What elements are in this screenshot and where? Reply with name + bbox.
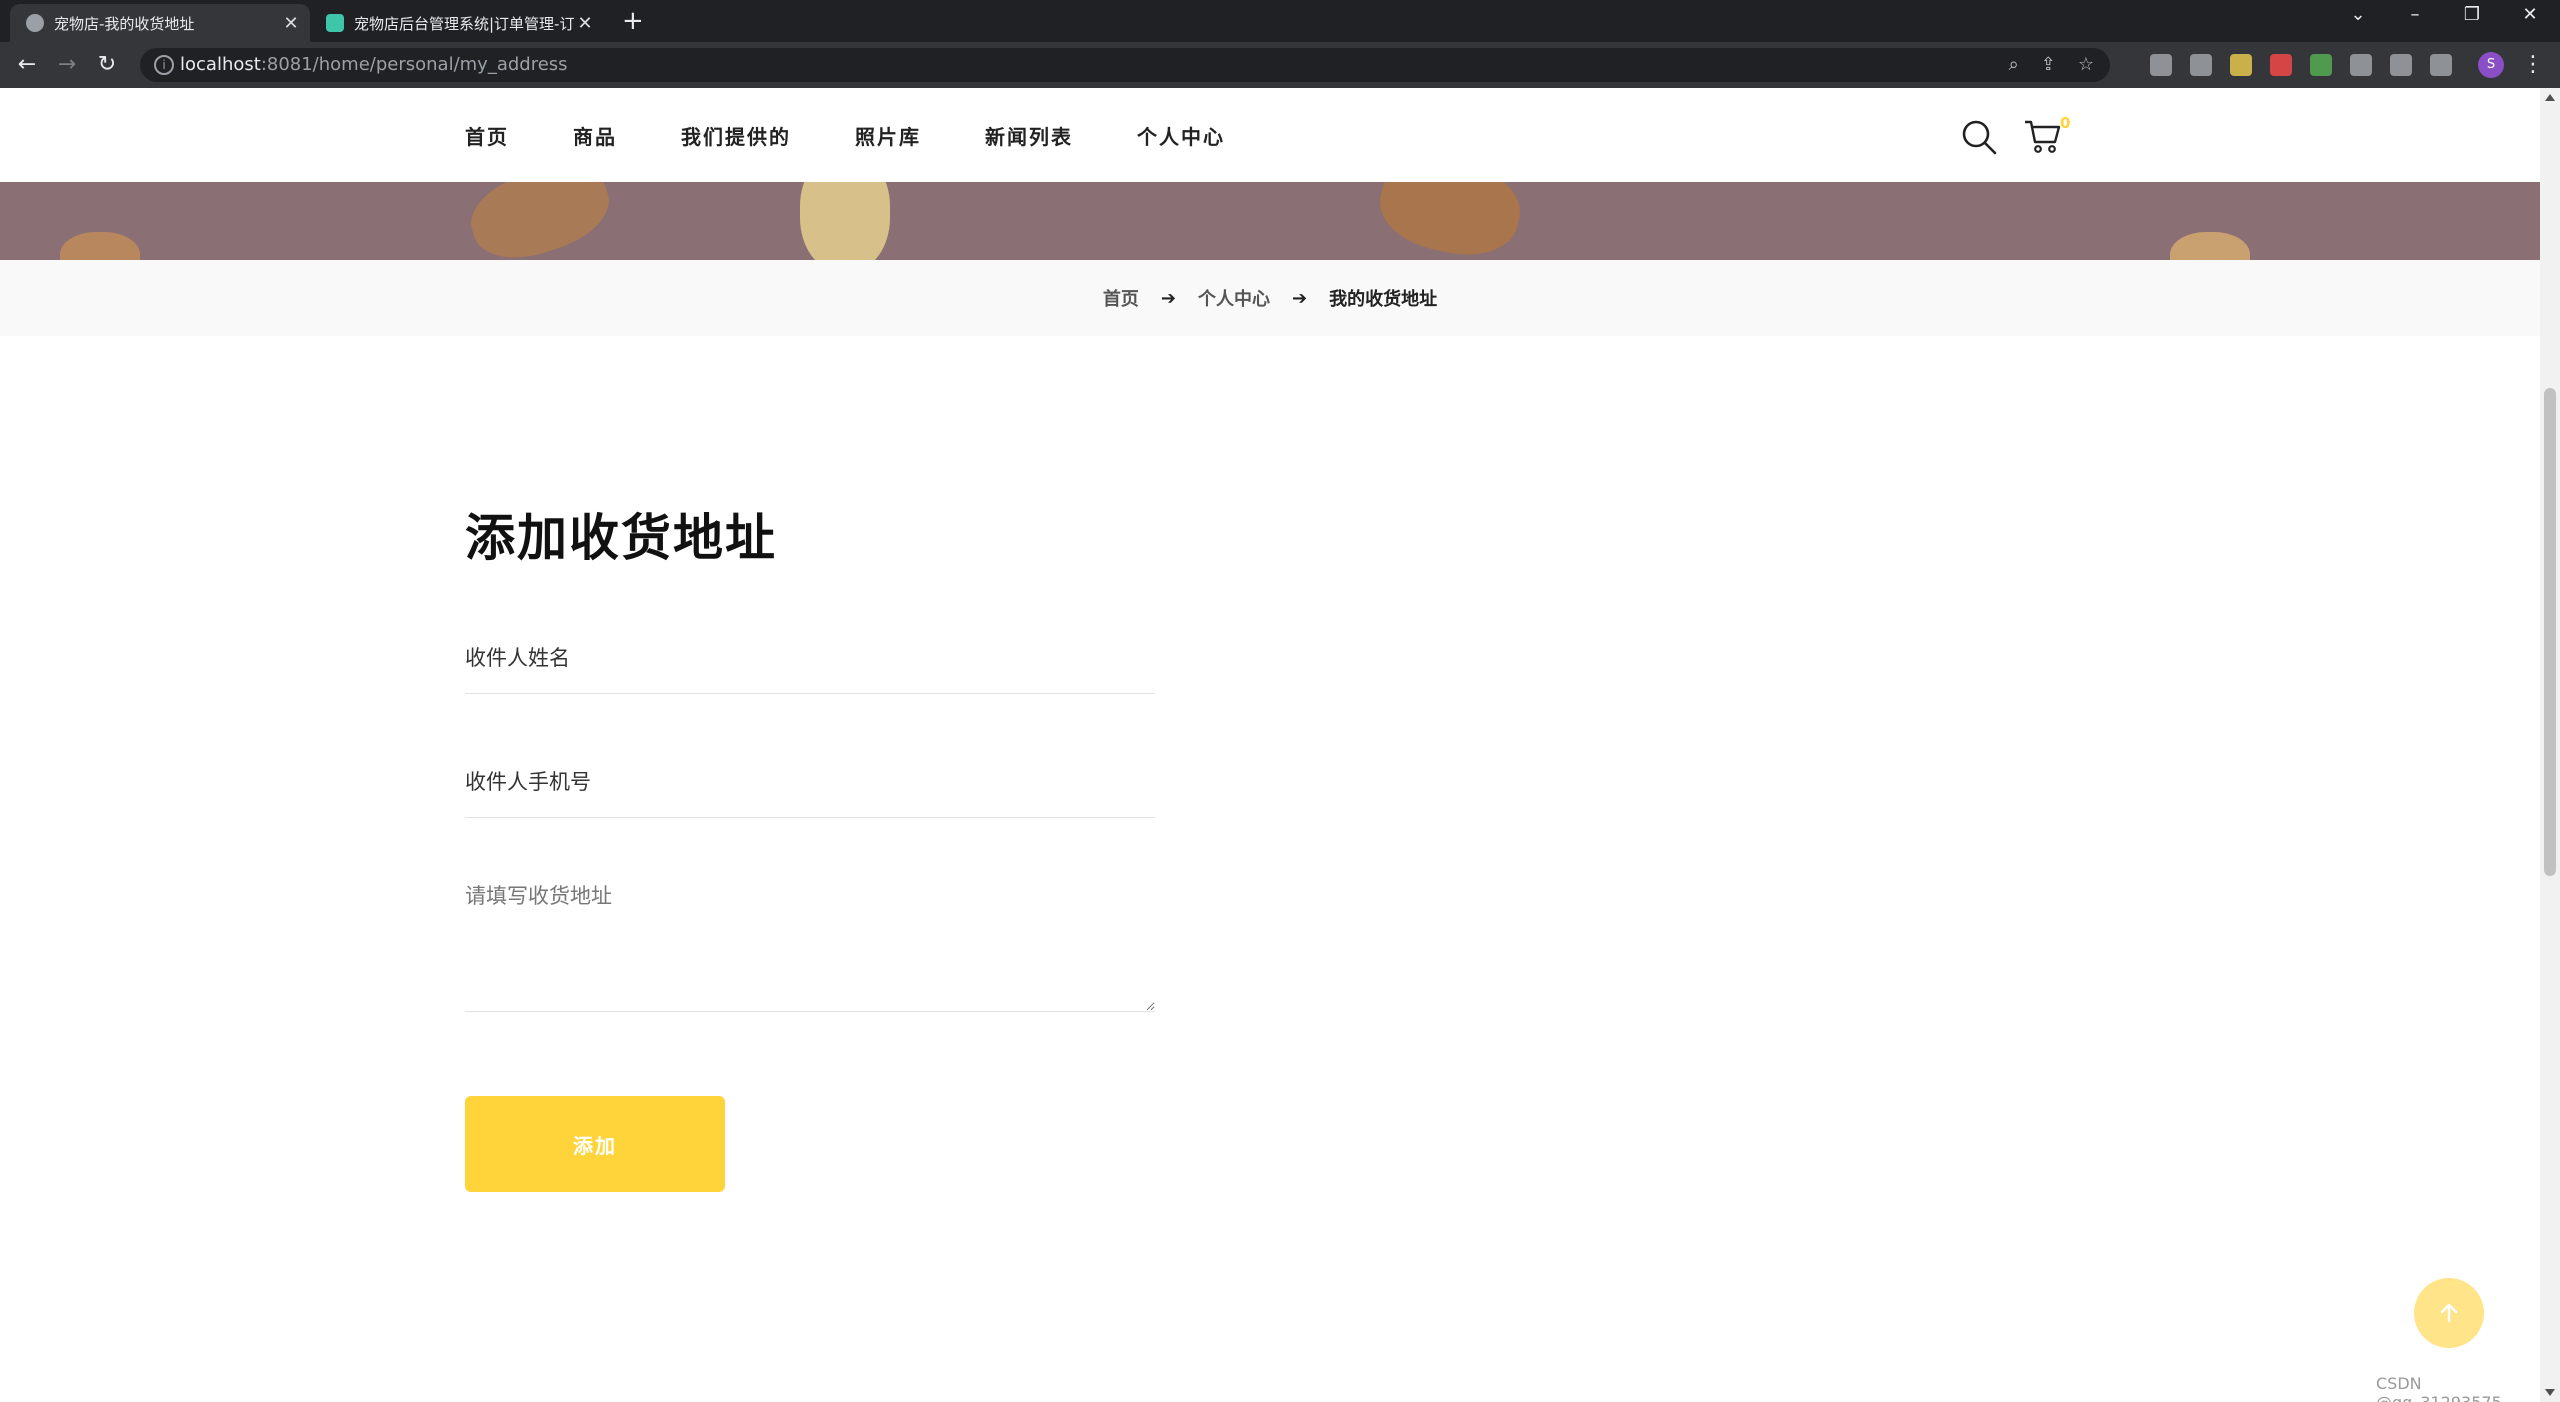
browser-toolbar: ← → ↻ i localhost:8081/home/personal/my_… xyxy=(0,42,2560,88)
restore-icon[interactable]: ❐ xyxy=(2452,4,2492,25)
add-button[interactable]: 添加 xyxy=(465,1096,725,1192)
leaf-extension-icon[interactable] xyxy=(2310,54,2332,76)
breadcrumb-current: 我的收货地址 xyxy=(1329,289,1438,310)
nav-products[interactable]: 商品 xyxy=(573,121,617,150)
info-icon[interactable]: i xyxy=(154,55,174,75)
close-icon[interactable]: ✕ xyxy=(574,13,596,34)
watermark: CSDN @qq_31293575 xyxy=(2376,1374,2502,1402)
image-extension-icon[interactable] xyxy=(2230,54,2252,76)
extension-icon[interactable] xyxy=(2150,54,2172,76)
recipient-name-input[interactable] xyxy=(465,622,1155,694)
breadcrumb: 首页 ➔ 个人中心 ➔ 我的收货地址 xyxy=(0,260,2540,336)
recipient-phone-input[interactable] xyxy=(465,746,1155,818)
tab-search-icon[interactable]: ⌄ xyxy=(2338,4,2378,25)
minimize-icon[interactable]: – xyxy=(2395,4,2435,25)
cart-icon[interactable] xyxy=(2022,116,2062,156)
search-icon[interactable] xyxy=(1960,118,1998,156)
page-banner-image xyxy=(0,182,2540,260)
breadcrumb-personal-center[interactable]: 个人中心 xyxy=(1198,285,1270,311)
scroll-up-icon[interactable] xyxy=(2545,94,2555,101)
shield-extension-icon[interactable] xyxy=(2270,54,2292,76)
arrow-up-icon xyxy=(2440,1303,2458,1323)
nav-news[interactable]: 新闻列表 xyxy=(985,121,1073,150)
page-scrollbar[interactable] xyxy=(2540,88,2560,1402)
window-close-icon[interactable]: ✕ xyxy=(2510,4,2550,25)
page-viewport: 首页 商品 我们提供的 照片库 新闻列表 个人中心 0 首页 ➔ 个人中心 ➔ … xyxy=(0,88,2540,1402)
scroll-down-icon[interactable] xyxy=(2545,1389,2555,1396)
nav-services[interactable]: 我们提供的 xyxy=(681,121,791,150)
nav-gallery[interactable]: 照片库 xyxy=(855,121,921,150)
share-icon[interactable]: ⇪ xyxy=(2041,54,2056,75)
profile-avatar[interactable]: S xyxy=(2478,52,2504,78)
admin-site-icon xyxy=(326,14,344,32)
breadcrumb-home[interactable]: 首页 xyxy=(1103,285,1139,311)
tab-title: 宠物店后台管理系统|订单管理-订 xyxy=(354,14,574,33)
cart-count-badge: 0 xyxy=(2060,114,2071,132)
nav-home[interactable]: 首页 xyxy=(465,121,509,150)
nav-personal-center[interactable]: 个人中心 xyxy=(1137,121,1225,150)
reading-list-icon[interactable] xyxy=(2390,54,2412,76)
site-header: 首页 商品 我们提供的 照片库 新闻列表 个人中心 0 xyxy=(0,88,2540,182)
camera-extension-icon[interactable] xyxy=(2190,54,2212,76)
back-icon[interactable]: ← xyxy=(12,50,42,80)
close-icon[interactable]: ✕ xyxy=(280,13,302,34)
new-tab-icon[interactable]: + xyxy=(622,6,644,36)
browser-tab-strip: 宠物店-我的收货地址 ✕ 宠物店后台管理系统|订单管理-订 ✕ + ⌄ – ❐ … xyxy=(0,0,2560,42)
zoom-icon[interactable]: ⌕ xyxy=(2009,54,2019,75)
arrow-right-icon: ➔ xyxy=(1160,287,1176,309)
address-textarea[interactable] xyxy=(465,870,1155,1012)
tab-admin-orders[interactable]: 宠物店后台管理系统|订单管理-订 ✕ xyxy=(314,4,604,42)
tab-title: 宠物店-我的收货地址 xyxy=(54,14,195,33)
back-to-top-button[interactable] xyxy=(2414,1278,2484,1348)
main-nav: 首页 商品 我们提供的 照片库 新闻列表 个人中心 xyxy=(465,88,1289,182)
forward-icon[interactable]: → xyxy=(52,50,82,80)
address-bar[interactable]: i localhost:8081/home/personal/my_addres… xyxy=(140,48,2110,82)
puzzle-icon[interactable] xyxy=(2350,54,2372,76)
tab-my-address[interactable]: 宠物店-我的收货地址 ✕ xyxy=(10,4,310,42)
arrow-right-icon: ➔ xyxy=(1292,287,1308,309)
bookmark-star-icon[interactable]: ☆ xyxy=(2078,54,2094,75)
add-address-form: 添加收货地址 添加 xyxy=(465,498,1155,1192)
side-panel-icon[interactable] xyxy=(2430,54,2452,76)
kebab-menu-icon[interactable]: ⋮ xyxy=(2522,52,2544,77)
scroll-thumb[interactable] xyxy=(2544,388,2556,876)
url-text[interactable]: localhost:8081/home/personal/my_address xyxy=(180,54,568,75)
reload-icon[interactable]: ↻ xyxy=(92,50,122,80)
page-title: 添加收货地址 xyxy=(465,509,777,567)
globe-icon xyxy=(26,14,44,32)
